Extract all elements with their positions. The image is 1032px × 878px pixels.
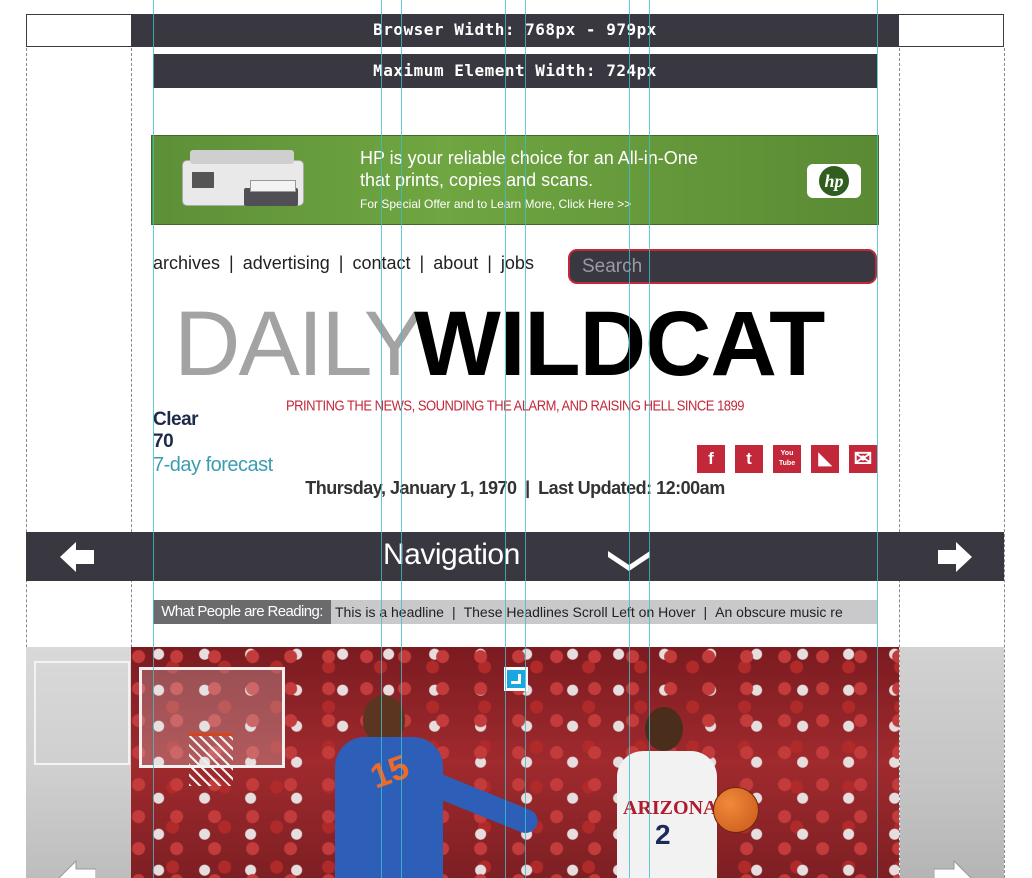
left-arrow-icon[interactable]: [56, 859, 97, 878]
link-advertising[interactable]: advertising: [243, 253, 330, 273]
headline-item[interactable]: This is a headline: [335, 604, 444, 620]
column-guide: [401, 0, 402, 878]
logo-daily[interactable]: DAILY: [174, 298, 425, 390]
date-line: Thursday, January 1, 1970 | Last Updated…: [305, 478, 725, 498]
forecast-link[interactable]: 7-day forecast: [153, 454, 273, 477]
reading-label: What People are Reading:: [153, 600, 331, 624]
hero-left-peek: [26, 647, 131, 878]
youtube-icon[interactable]: You Tube: [773, 445, 801, 473]
ad-headline-1: HP is your reliable choice for an All-in…: [360, 148, 698, 168]
search-placeholder: Search: [582, 256, 643, 277]
player-arizona: ARIZONA 2: [601, 707, 759, 878]
weather-temperature: 70: [153, 431, 174, 452]
hp-banner-ad[interactable]: HP is your reliable choice for an All-in…: [151, 135, 879, 225]
nav-prev-arrow-icon[interactable]: [60, 542, 94, 572]
hero-right-peek: [900, 647, 1004, 878]
search-input[interactable]: Search: [568, 249, 877, 284]
right-arrow-icon[interactable]: [933, 859, 974, 878]
last-updated: Last Updated: 12:00am: [538, 478, 725, 498]
outer-right-dashed-guide: [1004, 48, 1005, 878]
basketball: [713, 787, 759, 833]
column-guide: [505, 0, 506, 878]
browser-width-bar: Browser Width: 768px - 979px: [131, 14, 899, 47]
headline-item[interactable]: An obscure music re: [715, 604, 843, 620]
link-archives[interactable]: archives: [153, 253, 220, 273]
facebook-icon[interactable]: f: [697, 445, 725, 473]
max-width-bar: Maximum Element Width: 724px: [153, 54, 877, 88]
top-links: archives | advertising | contact | about | jobs: [153, 253, 534, 273]
headline-list: This is a headline | These Headlines Scrol…: [335, 604, 843, 620]
column-guide: [649, 0, 650, 878]
link-about[interactable]: about: [433, 253, 478, 273]
column-guide: [153, 0, 154, 878]
email-icon[interactable]: ✉: [849, 445, 877, 473]
weather-condition: Clear: [153, 409, 199, 430]
logo-wildcat[interactable]: WILDCAT: [414, 298, 825, 390]
column-guide: [877, 0, 878, 878]
column-guide: [629, 0, 630, 878]
rss-icon[interactable]: ◣: [811, 445, 839, 473]
column-guide: [381, 0, 382, 878]
tagline: PRINTING THE NEWS, SOUNDING THE ALARM, A…: [286, 397, 745, 414]
current-date: Thursday, January 1, 1970: [305, 478, 517, 498]
hero-photo[interactable]: 15 ARIZONA 2: [131, 647, 899, 878]
ad-headline-2: that prints, copies and scans.: [360, 170, 594, 190]
max-width-label: Maximum Element Width: 724px: [373, 61, 657, 80]
browser-width-label: Browser Width: 768px - 979px: [373, 20, 657, 39]
player-blue: 15: [311, 695, 542, 878]
hp-logo: hp: [807, 164, 861, 198]
nav-next-arrow-icon[interactable]: [938, 542, 972, 572]
column-guide: [525, 0, 526, 878]
basketball-hoop: [189, 733, 233, 786]
reading-ticker[interactable]: What People are Reading: This is a headl…: [153, 600, 877, 624]
headline-item[interactable]: These Headlines Scroll Left on Hover: [464, 604, 696, 620]
navigation-toggle[interactable]: Navigation: [383, 538, 520, 572]
printer-image: [178, 144, 306, 216]
twitter-icon[interactable]: t: [735, 445, 763, 473]
